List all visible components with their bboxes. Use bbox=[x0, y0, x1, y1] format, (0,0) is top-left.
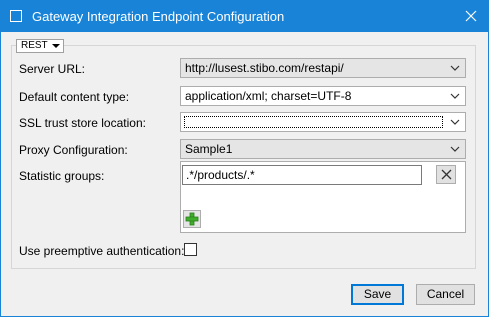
window-icon bbox=[10, 10, 22, 22]
chevron-down-icon bbox=[450, 65, 460, 71]
add-statistic-group-button[interactable] bbox=[183, 210, 201, 228]
statistic-group-entry[interactable]: .*/products/.* bbox=[182, 165, 422, 185]
remove-icon bbox=[441, 169, 451, 180]
remove-statistic-group-button[interactable] bbox=[436, 165, 456, 184]
title-bar: Gateway Integration Endpoint Configurati… bbox=[1, 1, 488, 32]
ssl-trust-store-combo[interactable] bbox=[180, 112, 466, 132]
default-content-type-label: Default content type: bbox=[19, 90, 130, 104]
server-url-label: Server URL: bbox=[19, 62, 86, 76]
proxy-configuration-value: Sample1 bbox=[185, 142, 233, 156]
proxy-configuration-combo[interactable]: Sample1 bbox=[180, 139, 466, 159]
ssl-trust-store-label: SSL trust store location: bbox=[19, 116, 146, 130]
preemptive-auth-label: Use preemptive authentication: bbox=[19, 244, 185, 258]
cancel-button[interactable]: Cancel bbox=[416, 284, 475, 305]
window-title: Gateway Integration Endpoint Configurati… bbox=[32, 9, 285, 24]
preemptive-auth-checkbox[interactable] bbox=[184, 243, 197, 256]
save-button[interactable]: Save bbox=[351, 284, 404, 305]
chevron-down-icon bbox=[450, 93, 460, 99]
chevron-down-icon bbox=[52, 44, 60, 48]
statistic-groups-list: .*/products/.* bbox=[180, 161, 466, 233]
close-button[interactable] bbox=[460, 5, 482, 27]
default-content-type-value: application/xml; charset=UTF-8 bbox=[185, 89, 352, 103]
chevron-down-icon bbox=[450, 146, 460, 152]
server-url-combo[interactable]: http://lusest.stibo.com/restapi/ bbox=[180, 58, 466, 78]
proxy-configuration-label: Proxy Configuration: bbox=[19, 143, 128, 157]
server-url-value: http://lusest.stibo.com/restapi/ bbox=[185, 61, 344, 75]
chevron-down-icon bbox=[450, 119, 460, 125]
statistic-groups-label: Statistic groups: bbox=[19, 169, 105, 183]
protocol-select[interactable]: REST bbox=[16, 39, 64, 53]
focus-rectangle bbox=[184, 116, 443, 128]
protocol-select-value: REST bbox=[21, 40, 48, 51]
default-content-type-combo[interactable]: application/xml; charset=UTF-8 bbox=[180, 86, 466, 106]
add-icon bbox=[185, 212, 199, 226]
close-icon bbox=[465, 10, 477, 22]
